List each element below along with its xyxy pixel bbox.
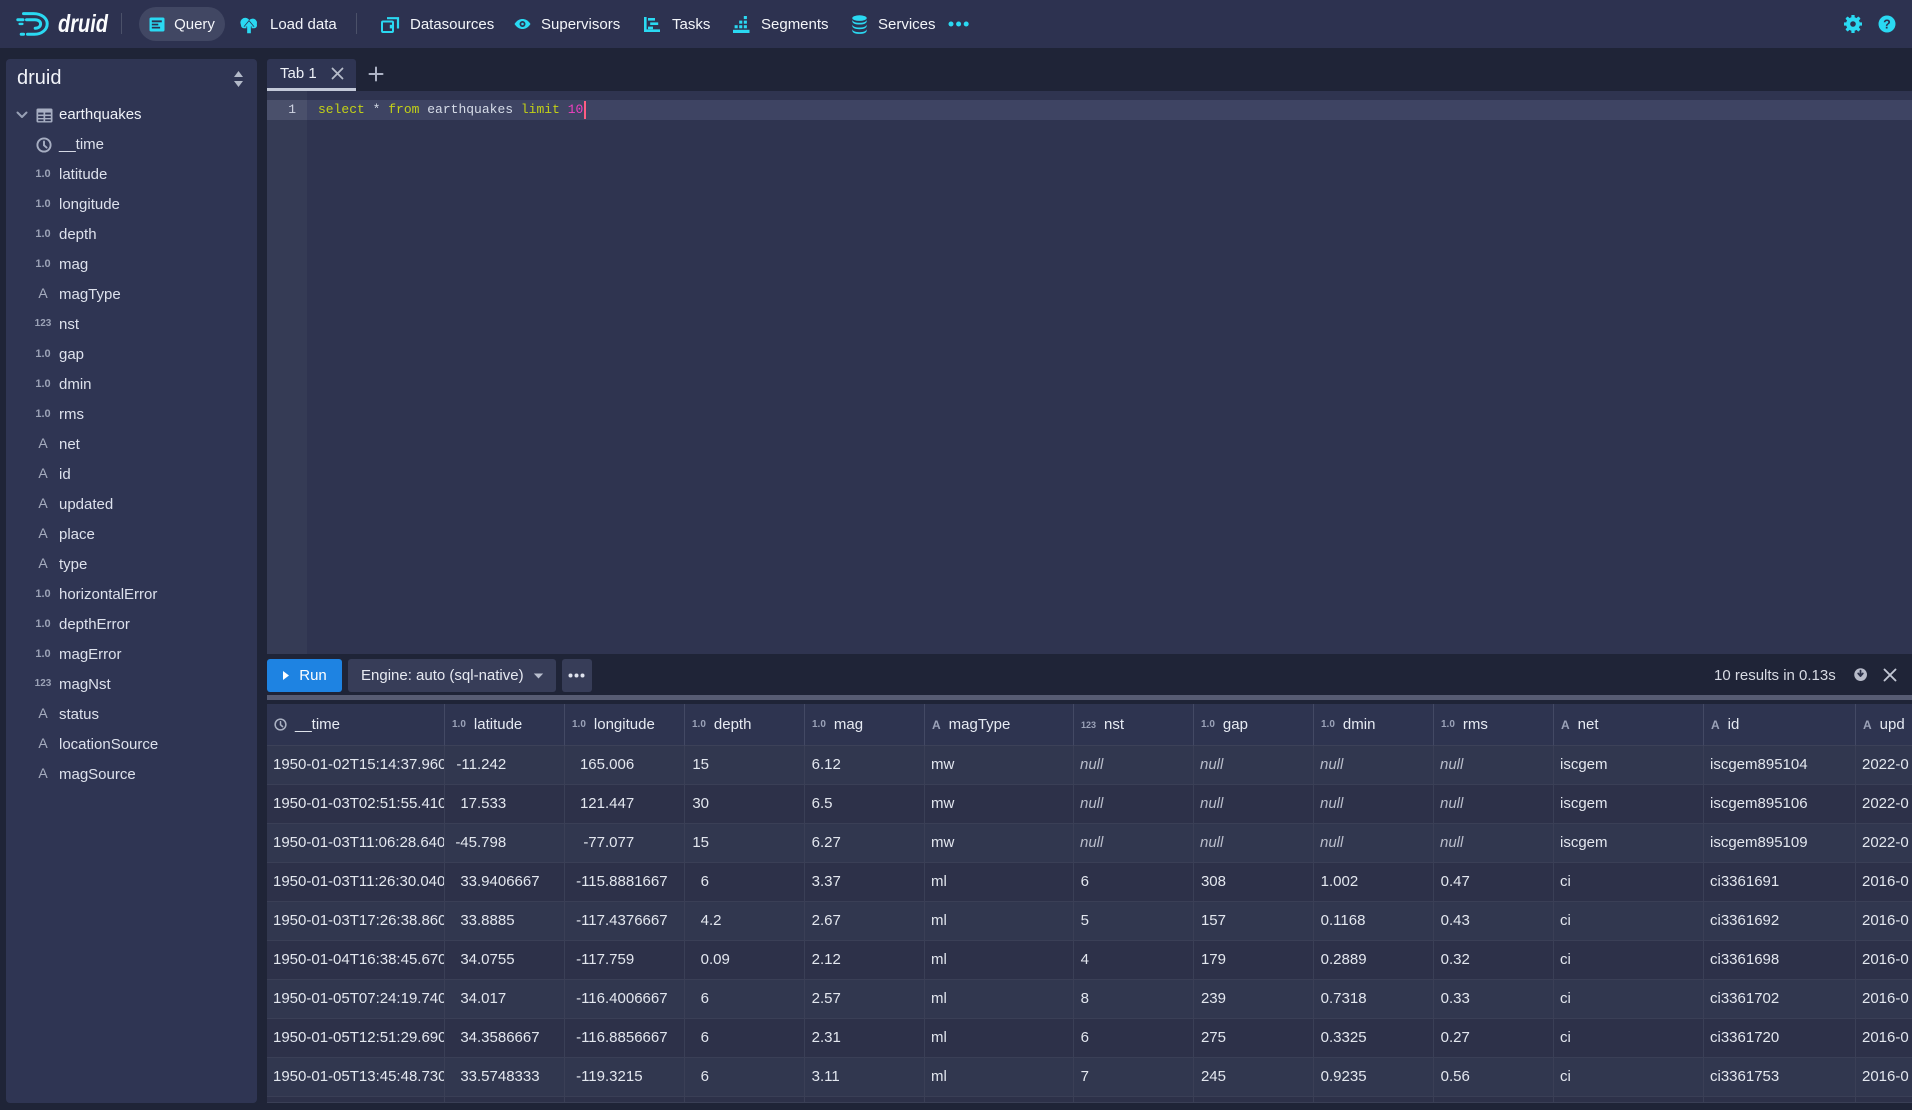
svg-text:?: ?	[1883, 18, 1891, 32]
